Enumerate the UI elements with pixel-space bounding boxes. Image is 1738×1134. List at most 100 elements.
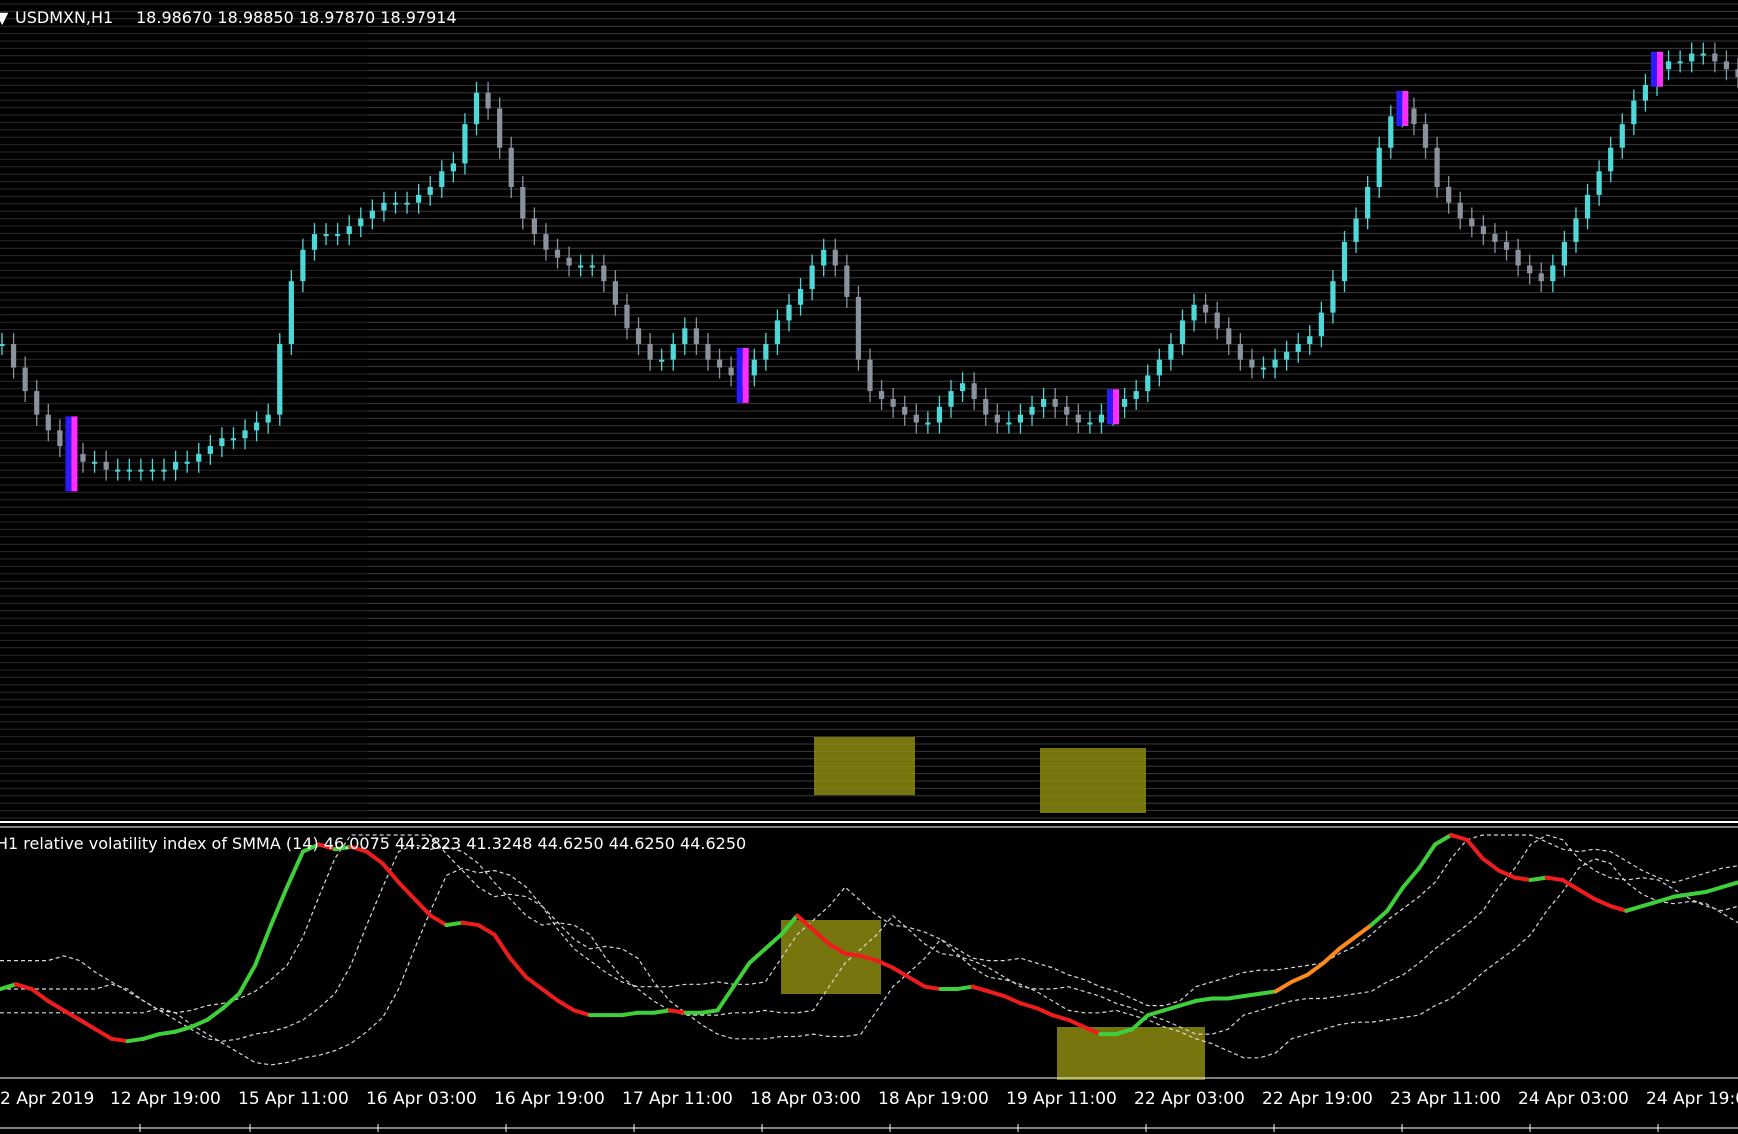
candle-body [91, 461, 98, 464]
candle-body [138, 469, 144, 472]
signal-marker-magenta [1113, 389, 1120, 425]
time-axis-label: 23 Apr 11:00 [1390, 1089, 1501, 1109]
candle-body [184, 461, 190, 464]
candle-body [57, 430, 63, 447]
signal-marker-blue [1650, 51, 1657, 87]
candle-body [1503, 241, 1510, 250]
ohlc-label: 18.98670 18.98850 18.97870 18.97914 [136, 8, 457, 27]
candle-body [1457, 202, 1463, 219]
time-axis-label: 17 Apr 11:00 [622, 1089, 733, 1109]
rvi-segment [1688, 889, 1709, 897]
rvi-segment [843, 951, 864, 958]
candle-body [1249, 359, 1255, 368]
candle-body [1052, 398, 1058, 407]
candle-body [670, 344, 676, 360]
rvi-segment [1528, 875, 1549, 883]
rvi-segment [1241, 991, 1262, 999]
candle-body [1608, 147, 1614, 172]
candle-body [1492, 234, 1498, 242]
candle-body [612, 281, 618, 305]
candle-body [1515, 249, 1521, 266]
signal-marker-magenta [71, 416, 78, 492]
candle-body [566, 257, 572, 266]
candle-body [751, 359, 757, 376]
candle-body [207, 446, 213, 454]
candle-body [1596, 171, 1602, 195]
signal-marker-magenta [742, 347, 749, 403]
candle-body [439, 171, 445, 187]
candle-body [878, 391, 885, 399]
candle-body [1156, 359, 1162, 376]
candle-body [265, 414, 271, 423]
time-axis-label: 15 Apr 11:00 [238, 1089, 349, 1109]
candle-body [1307, 336, 1313, 344]
candle-body [1341, 241, 1348, 282]
candle-body [1677, 61, 1683, 64]
candle-body [1561, 241, 1567, 266]
signal-marker-blue [65, 416, 72, 492]
candle-body [867, 359, 873, 392]
candle-body [902, 406, 908, 415]
candle-body [1411, 108, 1417, 125]
candle-body [635, 328, 642, 344]
candle-body [404, 202, 410, 205]
candle-body [381, 202, 387, 211]
candle-body [80, 453, 86, 462]
time-axis-label: 18 Apr 03:00 [750, 1089, 861, 1109]
candle-body [1318, 312, 1324, 337]
candle-body [797, 289, 804, 305]
rvi-segment [109, 1036, 130, 1044]
candle-body [115, 469, 121, 472]
chart-window[interactable]: 2 Apr 2019 12 Apr 19:00 15 Apr 11:00 16 Apr… [0, 0, 1738, 1134]
candle-body [462, 124, 468, 164]
price-chart[interactable]: 2 Apr 2019 12 Apr 19:00 15 Apr 11:00 16 Apr… [0, 0, 1738, 1134]
time-axis-label: 16 Apr 03:00 [366, 1089, 477, 1109]
indicator-label: H1 relative volatility index of SMMA (14… [0, 834, 746, 853]
candle-body [1422, 124, 1429, 148]
time-axis-label: 12 Apr 19:00 [110, 1089, 221, 1109]
candle-body [311, 234, 318, 250]
candle-body [1041, 398, 1047, 407]
rvi-segment [1544, 875, 1565, 883]
candle-body [693, 328, 699, 344]
candle-body [450, 163, 456, 172]
candle-body [936, 406, 943, 423]
candle-body [126, 469, 132, 472]
symbol-label: USDMXN,H1 [15, 8, 113, 27]
candle-body [1538, 273, 1544, 282]
rvi-segment [1672, 892, 1693, 899]
rvi-segment [651, 1008, 672, 1015]
candle-body [277, 344, 283, 415]
candle-body [520, 187, 526, 219]
signal-marker-magenta [1656, 51, 1663, 87]
candle-body [103, 461, 109, 470]
candle-body [543, 234, 549, 250]
candle-body [763, 344, 769, 360]
candle-body [1365, 187, 1371, 219]
time-axis-label: 2 Apr 2019 [0, 1089, 94, 1109]
candle-body [1087, 422, 1093, 425]
header-caret[interactable]: ▼ [0, 8, 9, 27]
candle-body [1203, 304, 1209, 313]
candle-body [1480, 226, 1486, 235]
candle-body [1631, 100, 1637, 125]
time-axis-label: 18 Apr 19:00 [878, 1089, 989, 1109]
candle-body [1550, 265, 1556, 282]
candle-body [323, 234, 329, 237]
candle-body [34, 391, 40, 415]
candle-body [844, 265, 850, 297]
candle-body [1712, 53, 1718, 62]
candle-body [219, 438, 225, 447]
time-axis-label: 19 Apr 11:00 [1006, 1089, 1117, 1109]
candle-body [1573, 218, 1579, 242]
candle-body [705, 344, 711, 360]
rvi-segment [460, 920, 481, 928]
candle-body [149, 469, 156, 472]
candle-body [196, 453, 202, 462]
rvi-segment [444, 920, 465, 928]
candle-body [832, 249, 838, 266]
candle-body [1145, 375, 1151, 392]
candle-body [1098, 414, 1105, 423]
candle-body [647, 344, 653, 360]
time-axis-label: 16 Apr 19:00 [494, 1089, 605, 1109]
